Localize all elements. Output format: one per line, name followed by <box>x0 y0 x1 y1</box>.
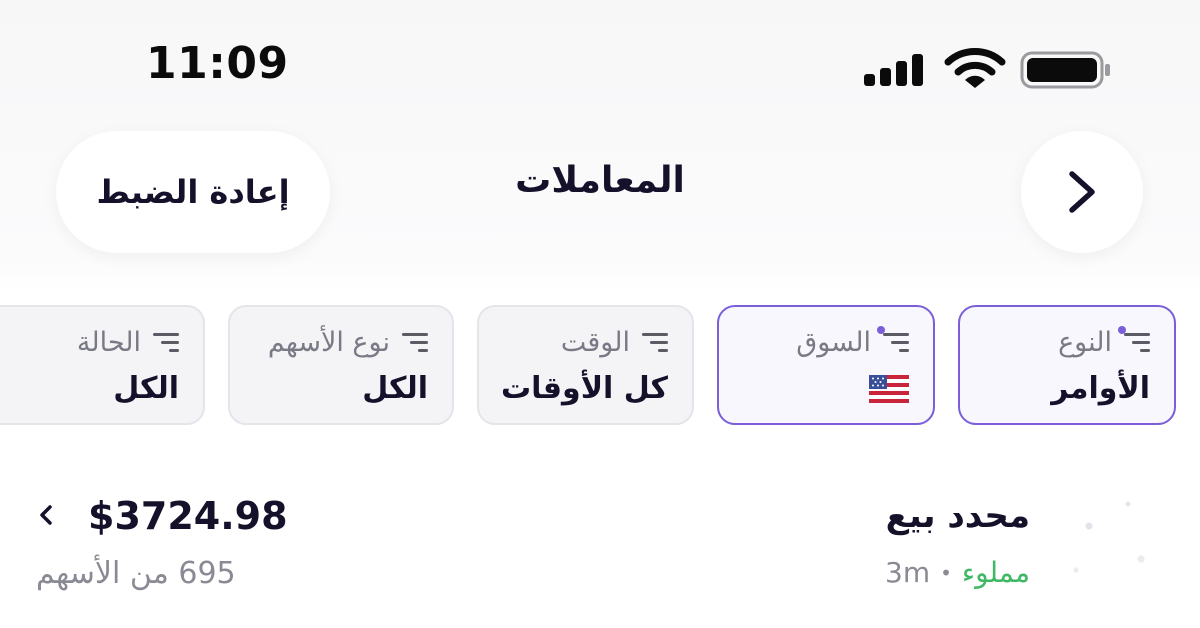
filter-chip-label: السوق <box>796 327 871 358</box>
filter-icon <box>402 332 428 353</box>
filter-chip-label: الحالة <box>76 327 141 358</box>
filter-icon <box>642 332 668 353</box>
chevron-right-icon <box>1069 171 1095 213</box>
filter-chip-value: كل الأوقات <box>501 371 668 406</box>
transactions-screen: 11:09 إعادة الضبط المعاملات النوع الأوام… <box>0 0 1200 628</box>
filter-chip-status[interactable]: الحالة الكل <box>0 305 205 425</box>
filter-icon <box>877 325 909 353</box>
filter-chip-label: نوع الأسهم <box>267 327 390 358</box>
page-title: المعاملات <box>515 160 685 201</box>
filter-chip-value: الأوامر <box>1051 371 1150 406</box>
order-type: محدد بيع <box>885 496 1030 536</box>
separator-dot: • <box>940 560 952 585</box>
back-button[interactable] <box>1021 131 1143 253</box>
filter-chip-market[interactable]: السوق <box>717 305 935 425</box>
us-flag-icon <box>869 375 909 403</box>
status-time: 11:09 <box>146 38 289 89</box>
filter-chip-stock-type[interactable]: نوع الأسهم الكل <box>228 305 454 425</box>
battery-icon <box>1020 51 1110 89</box>
cellular-signal-icon <box>864 52 924 86</box>
chevron-left-icon <box>40 505 52 525</box>
filter-chip-type[interactable]: النوع الأوامر <box>958 305 1176 425</box>
filter-icon <box>153 332 179 353</box>
reset-button[interactable]: إعادة الضبط <box>56 131 330 253</box>
wifi-icon <box>944 48 1006 88</box>
filter-chip-value: الكل <box>113 371 179 406</box>
filter-chip-value: الكل <box>362 371 428 406</box>
blurred-ticker-logo <box>1050 482 1180 592</box>
order-status: مملوء <box>961 556 1030 589</box>
filter-chip-time[interactable]: الوقت كل الأوقات <box>477 305 694 425</box>
filter-chip-label: الوقت <box>560 327 630 358</box>
filter-chip-label: النوع <box>1058 327 1112 358</box>
order-shares: 695 من الأسهم <box>36 556 236 591</box>
order-time: 3m <box>885 556 931 589</box>
filter-icon <box>1118 325 1150 353</box>
order-amount: $3724.98 <box>88 494 288 538</box>
